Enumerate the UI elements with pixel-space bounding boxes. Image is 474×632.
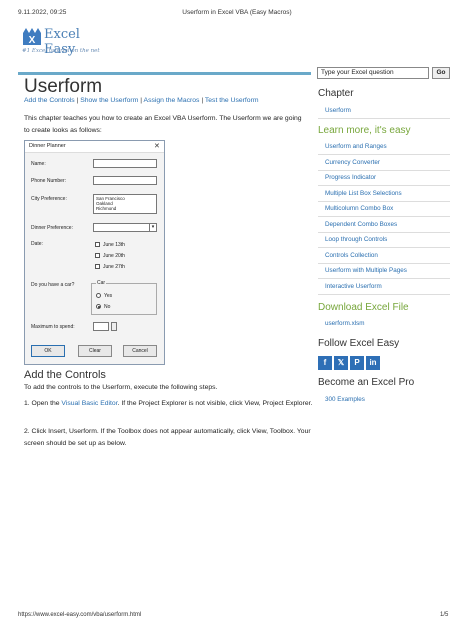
date-option-label: June 13th bbox=[103, 242, 125, 248]
car-no-radio[interactable] bbox=[96, 304, 101, 309]
chapter-link[interactable]: Userform bbox=[325, 107, 351, 114]
date-checkbox-3[interactable] bbox=[95, 264, 100, 269]
money-field[interactable] bbox=[93, 322, 109, 331]
date-option-label: June 27th bbox=[103, 264, 125, 270]
date-option-label: June 20th bbox=[103, 253, 125, 259]
search-go-button[interactable]: Go bbox=[432, 67, 450, 79]
link-show-userform[interactable]: Show the Userform bbox=[80, 97, 138, 104]
car-yes-radio[interactable] bbox=[96, 293, 101, 298]
car-frame: Car Yes No bbox=[91, 280, 157, 315]
date-label: Date: bbox=[31, 241, 43, 247]
paragraph-text: 1. Open the bbox=[24, 400, 62, 407]
link-visual-basic-editor[interactable]: Visual Basic Editor bbox=[61, 400, 117, 407]
spin-button[interactable] bbox=[111, 322, 117, 331]
sidebar-learn-link[interactable]: Userform and Ranges bbox=[325, 143, 387, 150]
logo-tagline: #1 Excel tutorial on the net bbox=[22, 48, 100, 54]
intro-text: This chapter teaches you how to create a… bbox=[24, 115, 302, 134]
pinterest-icon[interactable]: P bbox=[350, 356, 364, 370]
twitter-icon[interactable]: 𝕏 bbox=[334, 356, 348, 370]
sidebar-learn-link[interactable]: Progress Indicator bbox=[325, 174, 376, 181]
page-number: 1/5 bbox=[440, 612, 449, 618]
divider bbox=[318, 293, 450, 295]
sidebar-learn-link[interactable]: Loop through Controls bbox=[325, 236, 387, 243]
dinner-combobox[interactable]: ▾ bbox=[93, 223, 157, 232]
phone-label: Phone Number: bbox=[31, 178, 67, 184]
svg-text:X: X bbox=[29, 35, 36, 46]
crumb-separator: | bbox=[140, 97, 143, 104]
car-label: Do you have a car? bbox=[31, 282, 75, 288]
link-test-userform[interactable]: Test the Userform bbox=[205, 97, 259, 104]
sidebar-learn-link[interactable]: Multiple List Box Selections bbox=[325, 190, 402, 197]
sidebar-learn-link[interactable]: Currency Converter bbox=[325, 159, 380, 166]
dinner-planner-dialog: Dinner Planner ✕ Name: Phone Number: Cit… bbox=[24, 140, 165, 365]
divider bbox=[318, 247, 450, 248]
section-links: Add the Controls | Show the Userform | A… bbox=[24, 97, 259, 104]
sidebar-learn-link[interactable]: Controls Collection bbox=[325, 252, 378, 259]
chapter-heading: Chapter bbox=[318, 88, 354, 99]
paragraph: To add the controls to the Userform, exe… bbox=[24, 384, 218, 391]
name-field[interactable] bbox=[93, 159, 157, 168]
city-label: City Preference: bbox=[31, 196, 67, 202]
linkedin-icon[interactable]: in bbox=[366, 356, 380, 370]
pro-heading: Become an Excel Pro bbox=[318, 377, 415, 388]
car-yes-label: Yes bbox=[104, 293, 113, 299]
dialog-title: Dinner Planner bbox=[29, 143, 66, 149]
money-label: Maximum to spend: bbox=[31, 324, 75, 330]
sidebar-learn-link[interactable]: Userform with Multiple Pages bbox=[325, 267, 407, 274]
footer-url: https://www.excel-easy.com/vba/userform.… bbox=[18, 612, 142, 618]
chevron-down-icon[interactable]: ▾ bbox=[149, 224, 156, 231]
crumb-separator: | bbox=[76, 97, 79, 104]
search-input[interactable]: Type your Excel question bbox=[317, 67, 429, 79]
crumb-separator: | bbox=[201, 97, 204, 104]
download-heading: Download Excel File bbox=[318, 302, 409, 313]
follow-heading: Follow Excel Easy bbox=[318, 338, 400, 349]
sidebar-learn-link[interactable]: Interactive Userform bbox=[325, 283, 382, 290]
divider bbox=[318, 185, 450, 186]
divider bbox=[318, 154, 450, 155]
name-label: Name: bbox=[31, 161, 46, 167]
pro-link[interactable]: 300 Examples bbox=[325, 396, 365, 403]
learn-heading: Learn more, it's easy bbox=[318, 125, 411, 136]
divider bbox=[318, 278, 450, 279]
cancel-button[interactable]: Cancel bbox=[123, 345, 157, 357]
section-heading: Add the Controls bbox=[24, 369, 106, 381]
link-assign-macros[interactable]: Assign the Macros bbox=[144, 97, 200, 104]
paragraph: 2. Click Insert, Userform. If the Toolbo… bbox=[24, 428, 311, 447]
divider bbox=[318, 231, 450, 233]
divider bbox=[318, 200, 450, 202]
city-listbox[interactable]: San Francisco Oakland Richmond bbox=[93, 194, 157, 214]
date-checkbox-1[interactable] bbox=[95, 242, 100, 247]
list-item[interactable]: Richmond bbox=[96, 206, 154, 211]
excel-crown-icon: X bbox=[23, 28, 41, 46]
paragraph-text: . If the Project Explorer is not visible… bbox=[117, 400, 313, 407]
sidebar-learn-link[interactable]: Multicolumn Combo Box bbox=[325, 205, 393, 212]
ok-button[interactable]: OK bbox=[31, 345, 65, 357]
clear-button[interactable]: Clear bbox=[78, 345, 112, 357]
site-logo[interactable]: X Excel Easy #1 Excel tutorial on the ne… bbox=[22, 26, 112, 60]
date-checkbox-2[interactable] bbox=[95, 253, 100, 258]
paragraph: 1. Open the Visual Basic Editor. If the … bbox=[24, 398, 314, 410]
page-title: Userform bbox=[24, 76, 103, 97]
header-divider bbox=[18, 72, 311, 75]
link-add-controls[interactable]: Add the Controls bbox=[24, 97, 75, 104]
download-link[interactable]: userform.xlsm bbox=[325, 320, 365, 327]
divider bbox=[318, 169, 450, 171]
car-no-label: No bbox=[104, 304, 111, 310]
sidebar-learn-link[interactable]: Dependent Combo Boxes bbox=[325, 221, 397, 228]
divider bbox=[318, 262, 450, 264]
divider bbox=[318, 216, 450, 217]
dialog-titlebar: Dinner Planner ✕ bbox=[25, 141, 164, 153]
divider bbox=[318, 118, 450, 119]
phone-field[interactable] bbox=[93, 176, 157, 185]
facebook-icon[interactable]: f bbox=[318, 356, 332, 370]
dinner-label: Dinner Preference: bbox=[31, 225, 73, 231]
car-frame-label: Car bbox=[96, 280, 107, 286]
print-title: Userform in Excel VBA (Easy Macros) bbox=[182, 9, 292, 16]
close-icon[interactable]: ✕ bbox=[154, 142, 160, 150]
